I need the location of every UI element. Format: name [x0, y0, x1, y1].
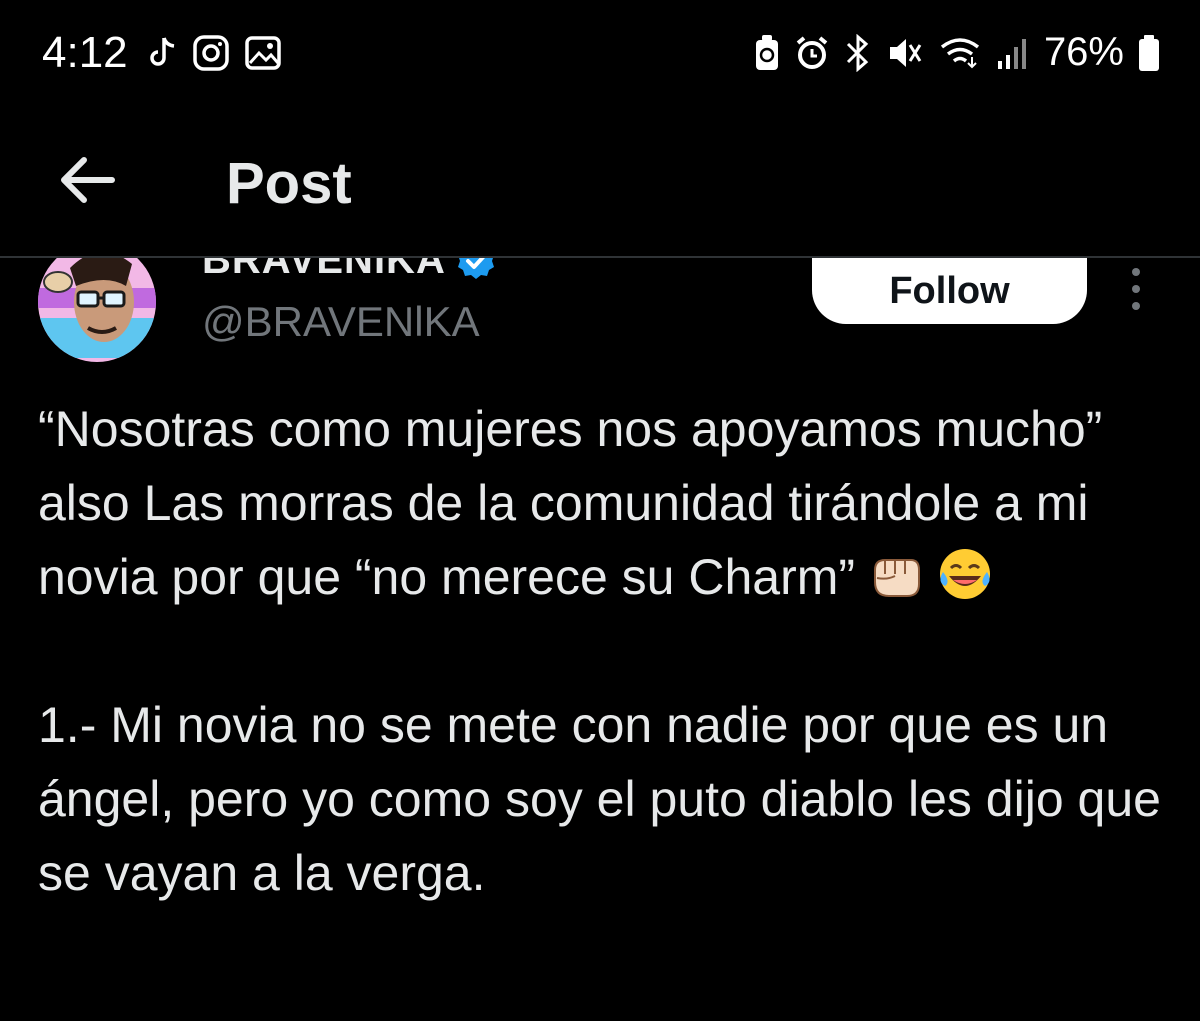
page-title: Post [226, 151, 352, 216]
battery-icon [1139, 34, 1159, 71]
verified-badge-icon [457, 258, 494, 279]
gallery-icon [245, 36, 281, 70]
author-row: BRAVENIKA @BRAVENlKA Follow [0, 258, 1200, 368]
signal-icon [997, 38, 1026, 69]
post-header: Post [0, 110, 1200, 250]
status-left-icons [148, 34, 282, 72]
display-name[interactable]: BRAVENIKA [202, 258, 496, 283]
bluetooth-icon [846, 33, 869, 72]
status-bar: 4:12 76% [0, 0, 1200, 100]
tiktok-icon [150, 37, 175, 66]
wifi-icon [940, 37, 980, 68]
battery-saver-icon [755, 34, 778, 70]
post-body: “Nosotras como mujeres nos apoyamos much… [38, 392, 1168, 910]
more-vertical-icon[interactable] [1124, 266, 1148, 312]
status-right-icons: 76% [754, 30, 1160, 75]
mute-icon [889, 38, 922, 67]
avatar[interactable] [38, 258, 156, 362]
user-handle[interactable]: @BRAVENlKA [202, 298, 480, 346]
post-paragraph-2: 1.- Mi novia no se mete con nadie por qu… [38, 697, 1161, 901]
display-name-text: BRAVENIKA [202, 258, 446, 282]
follow-button[interactable]: Follow [812, 258, 1087, 324]
status-time: 4:12 [42, 28, 128, 77]
laughing-tears-emoji [939, 549, 990, 599]
battery-percent: 76% [1043, 30, 1124, 74]
instagram-icon [193, 35, 229, 71]
alarm-icon [796, 35, 828, 69]
post-paragraph: “Nosotras como mujeres nos apoyamos much… [38, 392, 1168, 614]
back-arrow-icon[interactable] [58, 150, 118, 210]
fist-emoji [873, 559, 920, 597]
